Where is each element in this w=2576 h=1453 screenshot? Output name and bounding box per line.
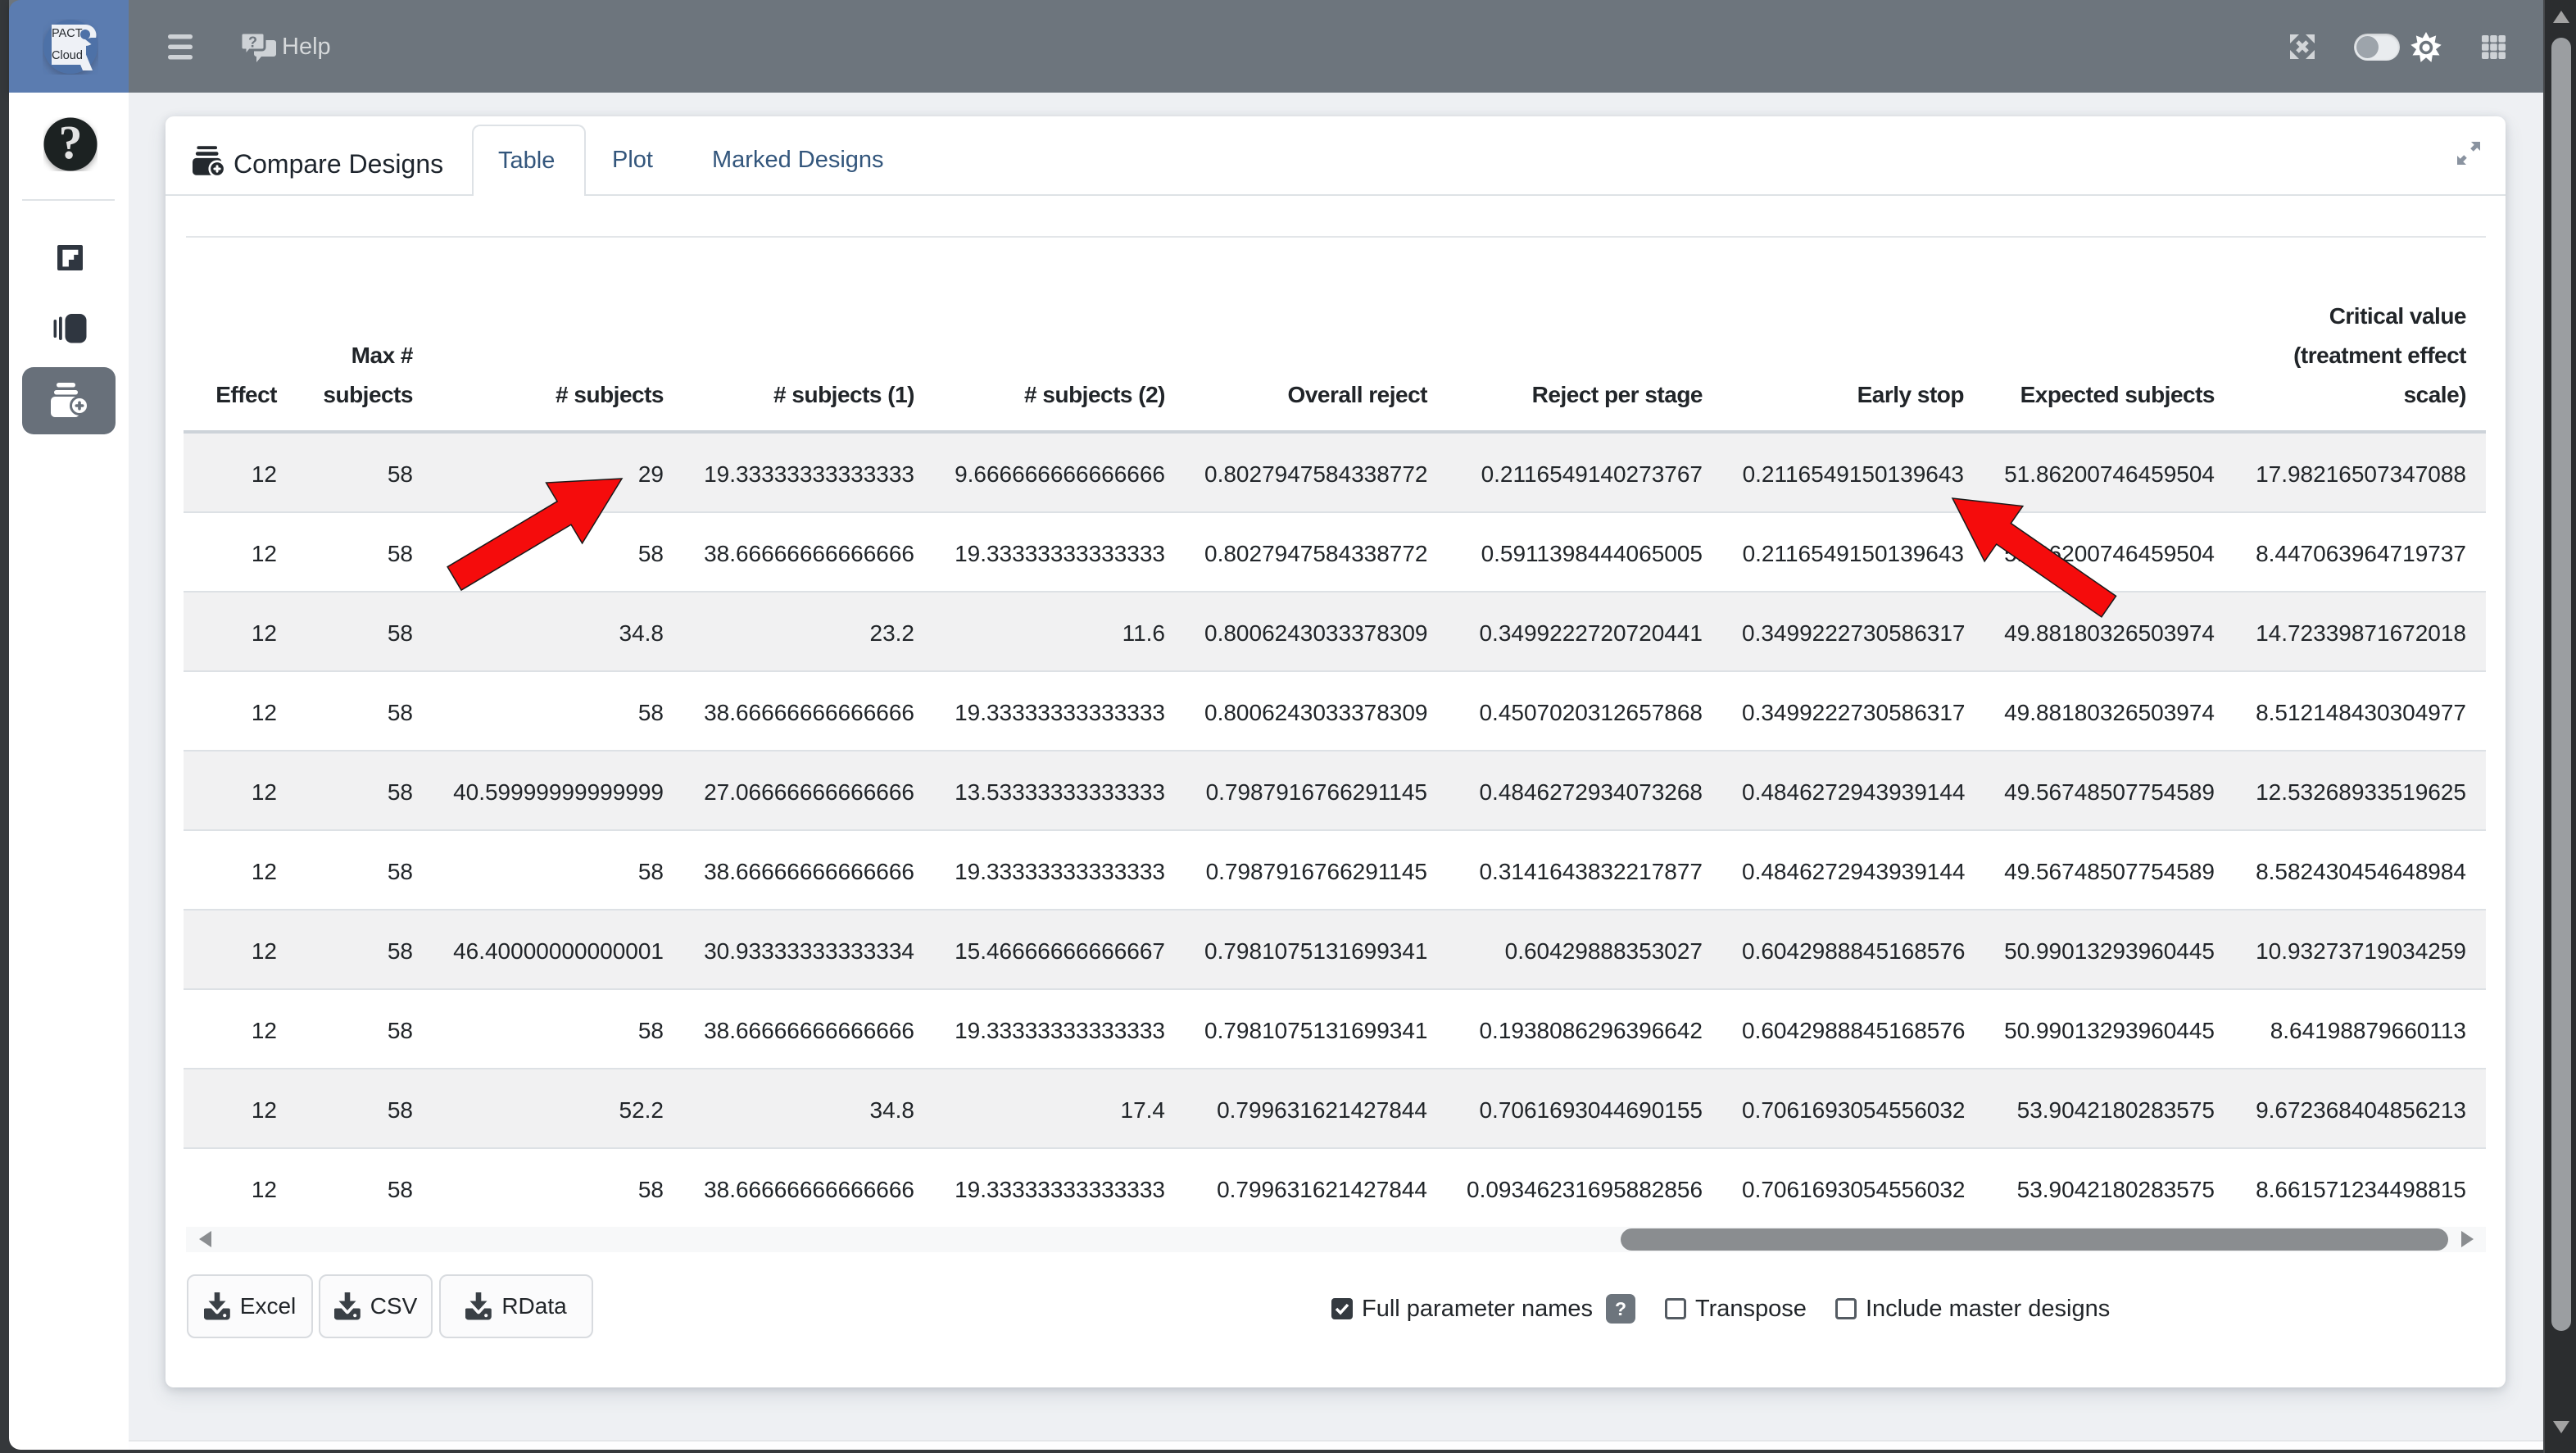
svg-text:PACT: PACT <box>52 27 83 40</box>
svg-text:Cloud: Cloud <box>52 49 83 62</box>
svg-text:?: ? <box>248 34 257 51</box>
svg-text:?: ? <box>59 117 83 169</box>
